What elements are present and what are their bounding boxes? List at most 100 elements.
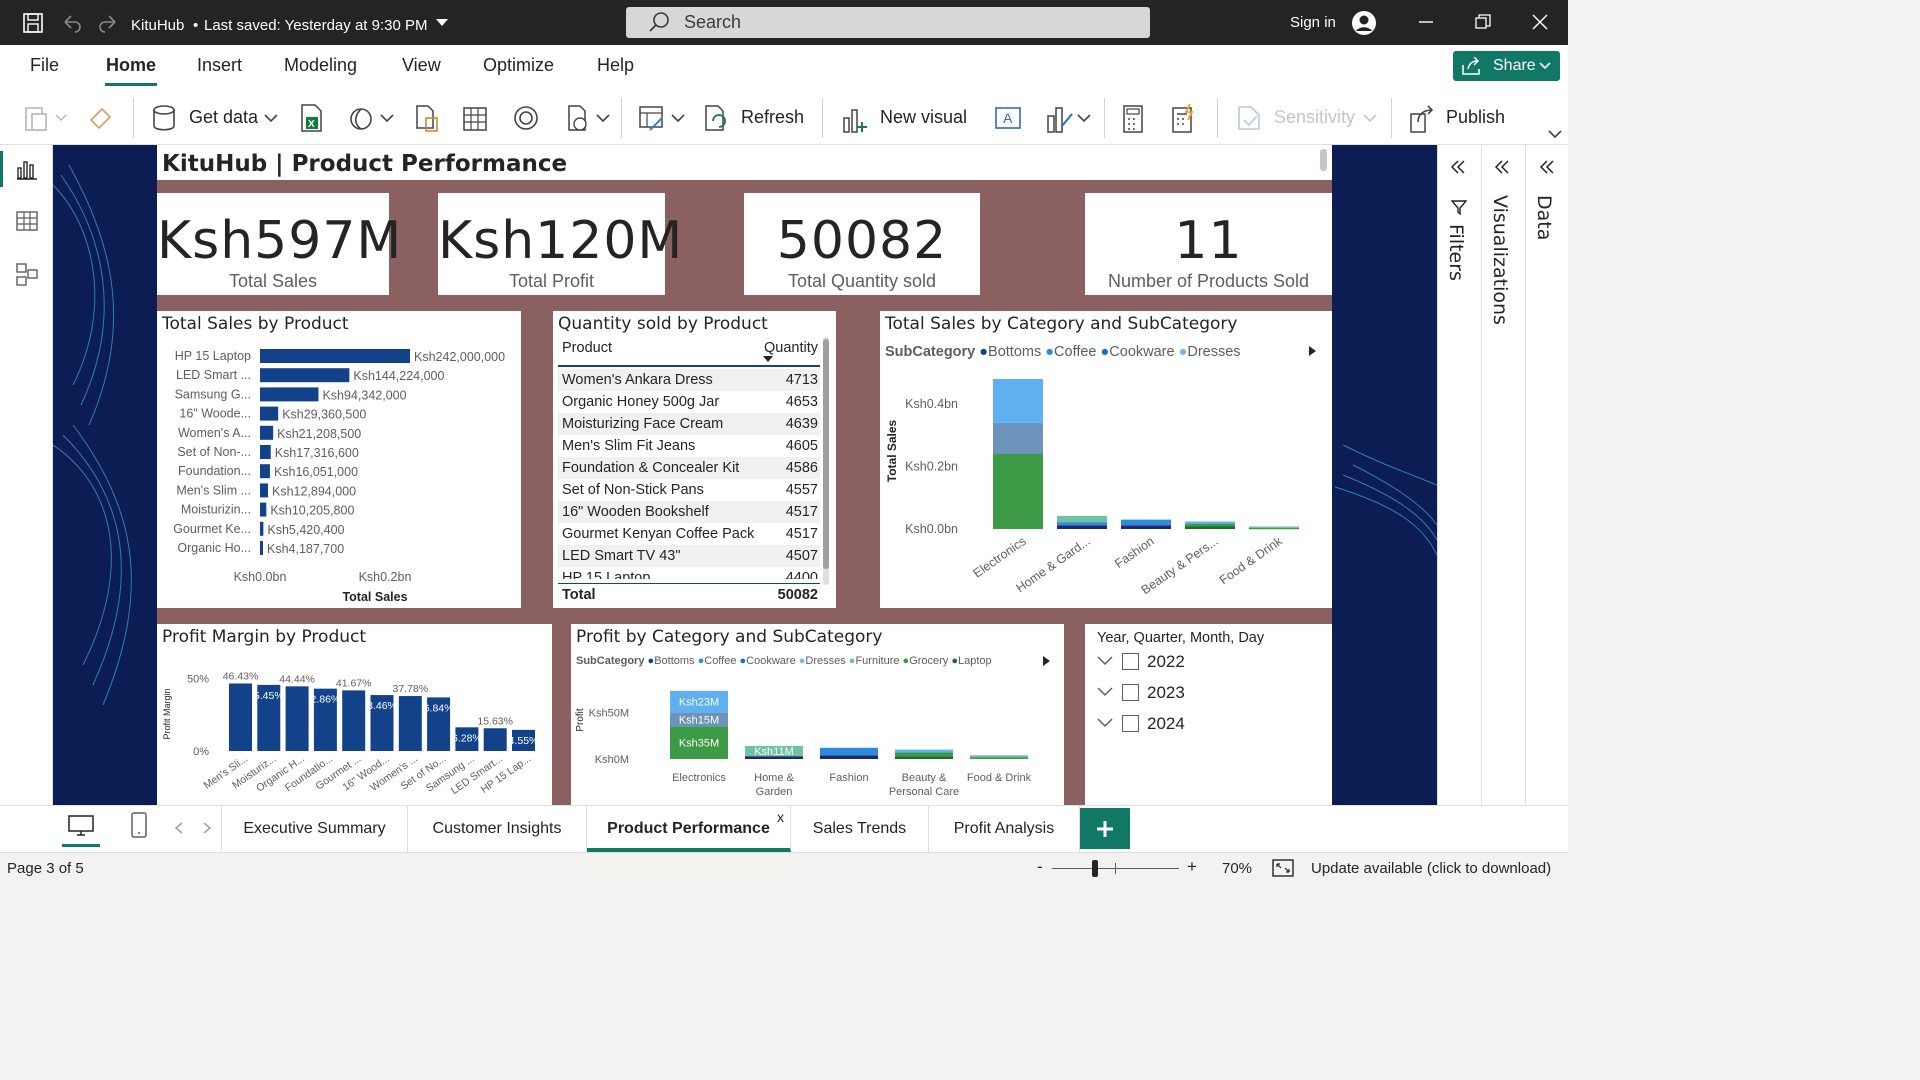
- share-button[interactable]: Share: [1453, 51, 1560, 81]
- expand-data-icon[interactable]: [1539, 159, 1555, 175]
- zoom-in-button[interactable]: +: [1187, 857, 1197, 877]
- close-tab-icon[interactable]: x: [777, 809, 784, 825]
- expand-filters-icon[interactable]: [1450, 159, 1466, 175]
- chevron-down-icon[interactable]: [55, 114, 67, 122]
- table-row[interactable]: Set of Non-Stick Pans 4557: [558, 479, 820, 501]
- more-visuals-icon[interactable]: [1046, 104, 1076, 134]
- chevron-down-icon[interactable]: [596, 114, 610, 123]
- format-painter-icon[interactable]: [88, 106, 114, 130]
- table-row[interactable]: Women's Ankara Dress 4713: [558, 369, 820, 391]
- quick-measure-icon[interactable]: [1170, 102, 1198, 134]
- excel-icon[interactable]: X: [298, 103, 324, 133]
- sales-by-product-visual[interactable]: Total Sales by Product HP 15 Laptop Ksh24…: [157, 311, 521, 608]
- legend-item[interactable]: Grocery: [909, 655, 948, 667]
- profit-margin-visual[interactable]: Profit Margin by Product 50% 0% Profit Mar…: [157, 624, 552, 805]
- expand-visualizations-icon[interactable]: [1494, 159, 1510, 175]
- table-view-icon[interactable]: [16, 210, 38, 232]
- legend-item[interactable]: Bottoms: [654, 655, 694, 667]
- column-header-product[interactable]: Product: [562, 340, 612, 356]
- legend-item[interactable]: Dresses: [1187, 344, 1240, 360]
- close-icon[interactable]: [1532, 14, 1548, 30]
- dataflow-icon[interactable]: [566, 104, 592, 134]
- menu-view[interactable]: View: [402, 55, 441, 76]
- menu-home[interactable]: Home: [106, 55, 156, 76]
- legend-item[interactable]: Cookware: [1109, 344, 1174, 360]
- legend-item[interactable]: Laptop: [958, 655, 992, 667]
- legend-next-icon[interactable]: [1309, 346, 1317, 356]
- legend-item[interactable]: Furniture: [855, 655, 899, 667]
- kpi-card-products-sold[interactable]: 11 Number of Products Sold: [1085, 193, 1332, 295]
- zoom-out-button[interactable]: -: [1037, 857, 1043, 877]
- page-scrollbar[interactable]: [1320, 149, 1327, 171]
- table-row[interactable]: Gourmet Kenyan Coffee Pack 4517: [558, 523, 820, 545]
- chevron-down-icon[interactable]: [1077, 114, 1091, 123]
- tab-customer-insights[interactable]: Customer Insights: [408, 805, 587, 852]
- table-row[interactable]: Foundation & Concealer Kit 4586: [558, 457, 820, 479]
- scroll-tabs-left-icon[interactable]: [175, 822, 183, 834]
- refresh-icon[interactable]: [703, 104, 731, 134]
- menu-modeling[interactable]: Modeling: [284, 55, 357, 76]
- table-row[interactable]: Men's Slim Fit Jeans 4605: [558, 435, 820, 457]
- save-icon[interactable]: [22, 12, 44, 34]
- kpi-card-total-sales[interactable]: Ksh597M Total Sales: [157, 193, 401, 295]
- legend-item[interactable]: Coffee: [1054, 344, 1096, 360]
- publish-button[interactable]: Publish: [1446, 107, 1505, 128]
- checkbox[interactable]: [1122, 684, 1139, 701]
- legend-item[interactable]: Coffee: [704, 655, 736, 667]
- checkbox[interactable]: [1122, 653, 1139, 670]
- table-row[interactable]: 16" Wooden Bookshelf 4517: [558, 501, 820, 523]
- table-scrollbar-thumb[interactable]: [823, 339, 829, 569]
- scroll-tabs-right-icon[interactable]: [203, 822, 211, 834]
- tab-executive-summary[interactable]: Executive Summary: [221, 805, 408, 852]
- database-icon[interactable]: [151, 104, 177, 132]
- expand-chevron-icon[interactable]: [1097, 656, 1113, 666]
- publish-icon[interactable]: [1408, 104, 1436, 134]
- sales-by-category-visual[interactable]: Total Sales by Category and SubCategory …: [880, 311, 1332, 608]
- paste-icon[interactable]: [24, 104, 50, 132]
- table-scrollbar-track[interactable]: [823, 337, 829, 585]
- legend-item[interactable]: Cookware: [746, 655, 796, 667]
- report-view-icon[interactable]: [16, 158, 38, 180]
- menu-insert[interactable]: Insert: [197, 55, 242, 76]
- new-visual-button[interactable]: New visual: [880, 107, 967, 128]
- legend-item[interactable]: Bottoms: [988, 344, 1041, 360]
- recent-sources-icon[interactable]: [414, 104, 440, 134]
- redo-icon[interactable]: [98, 12, 120, 34]
- quantity-table-visual[interactable]: Quantity sold by Product Product Quantit…: [553, 311, 836, 608]
- expand-chevron-icon[interactable]: [1097, 687, 1113, 697]
- tab-product-performance[interactable]: Product Performance: [587, 805, 791, 852]
- checkbox[interactable]: [1122, 715, 1139, 732]
- chevron-down-icon[interactable]: [380, 114, 394, 123]
- undo-icon[interactable]: [60, 12, 82, 34]
- sort-desc-icon[interactable]: [763, 356, 773, 363]
- date-slicer[interactable]: Year, Quarter, Month, Day 2022 2023 2024: [1085, 624, 1332, 805]
- chevron-down-icon[interactable]: [264, 114, 278, 123]
- expand-chevron-icon[interactable]: [1097, 718, 1113, 728]
- table-row[interactable]: Organic Honey 500g Jar 4653: [558, 391, 820, 413]
- table-row[interactable]: Moisturizing Face Cream 4639: [558, 413, 820, 435]
- slicer-item-2022[interactable]: 2022: [1095, 650, 1315, 676]
- enter-data-icon[interactable]: [462, 104, 488, 132]
- sensitivity-button[interactable]: Sensitivity: [1274, 107, 1355, 128]
- chevron-down-icon[interactable]: [1363, 114, 1377, 123]
- transform-data-icon[interactable]: [638, 104, 666, 132]
- desktop-layout-icon[interactable]: [67, 814, 95, 838]
- legend-next-icon[interactable]: [1043, 656, 1051, 666]
- new-visual-icon[interactable]: [840, 104, 870, 134]
- data-pane-label[interactable]: Data: [1533, 195, 1555, 240]
- menu-help[interactable]: Help: [597, 55, 634, 76]
- dataverse-icon[interactable]: [348, 106, 374, 132]
- table-row[interactable]: HP 15 Laptop 4400: [558, 567, 820, 579]
- saved-status[interactable]: Last saved: Yesterday at 9:30 PM: [204, 17, 427, 34]
- refresh-button[interactable]: Refresh: [741, 107, 804, 128]
- filters-pane-label[interactable]: Filters: [1445, 224, 1467, 281]
- kpi-card-total-profit[interactable]: Ksh120M Total Profit: [438, 193, 682, 295]
- model-view-icon[interactable]: [15, 262, 39, 288]
- slicer-item-2024[interactable]: 2024: [1095, 712, 1315, 738]
- zoom-slider-thumb[interactable]: [1092, 860, 1098, 877]
- sign-in-link[interactable]: Sign in: [1290, 14, 1336, 31]
- table-row[interactable]: LED Smart TV 43" 4507: [558, 545, 820, 567]
- text-box-icon[interactable]: A: [994, 106, 1022, 130]
- new-measure-icon[interactable]: [1122, 104, 1146, 134]
- user-avatar-icon[interactable]: [1350, 9, 1378, 37]
